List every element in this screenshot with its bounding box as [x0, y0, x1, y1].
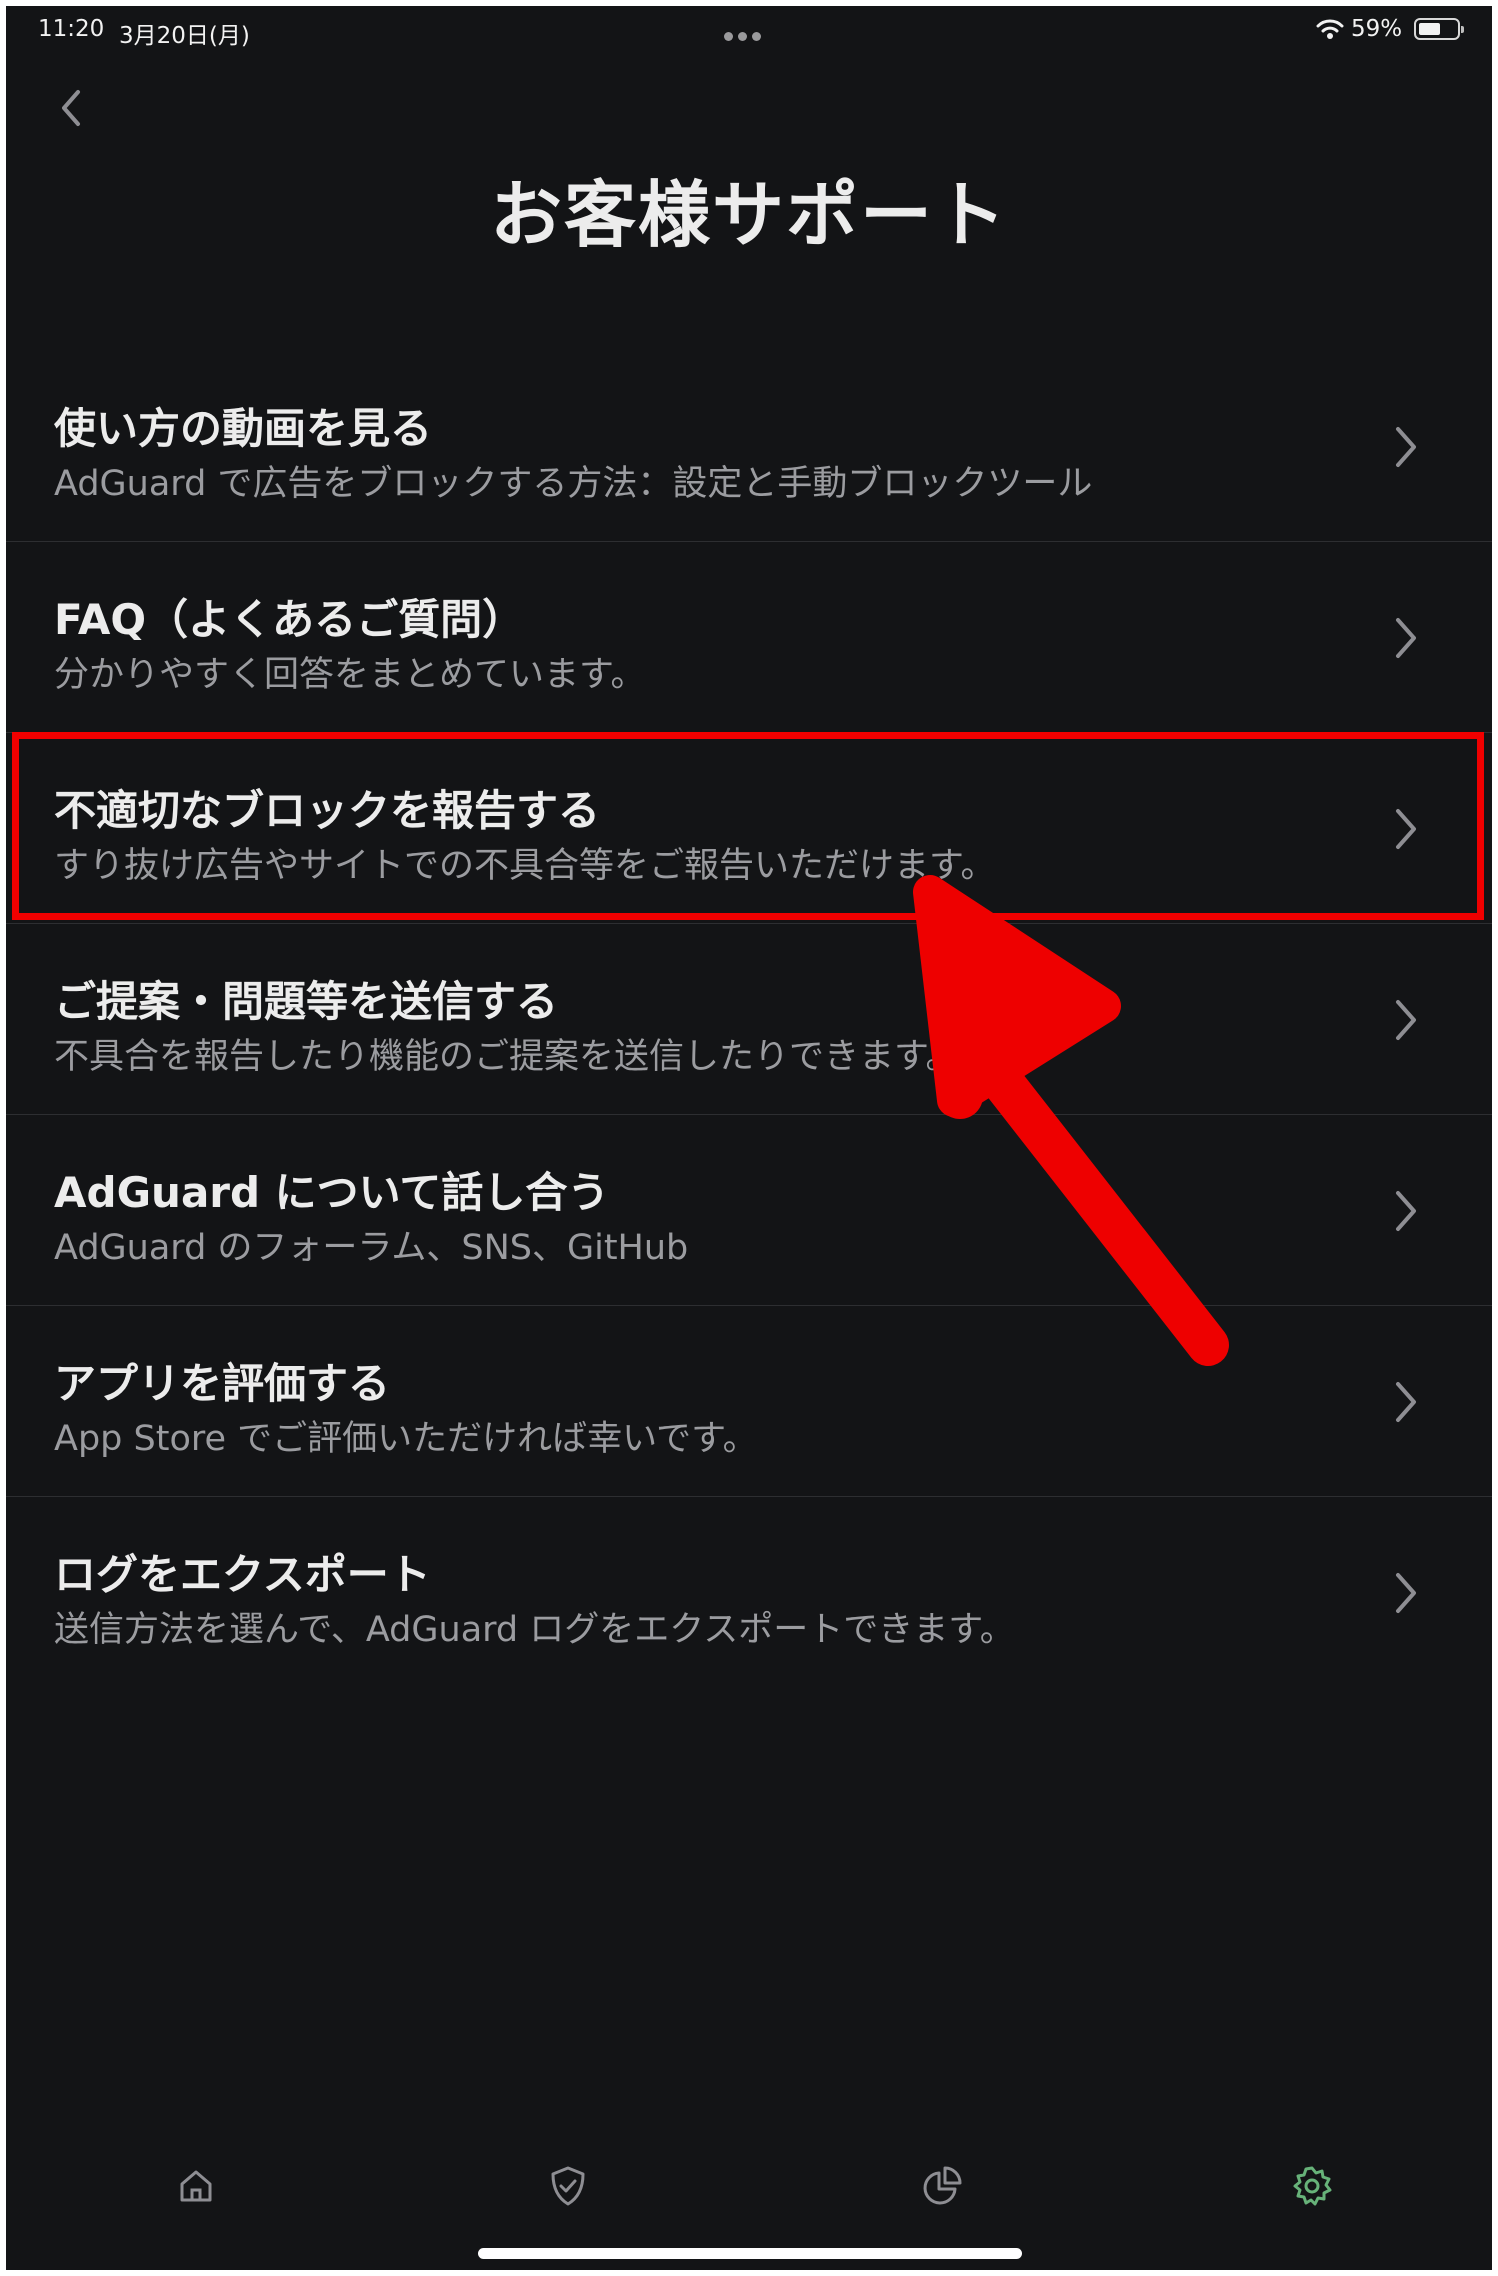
chevron-right-icon	[1396, 1191, 1416, 1231]
menu-item-watch-videos[interactable]: 使い方の動画を見る AdGuard で広告をブロックする方法：設定と手動ブロック…	[6, 351, 1492, 542]
home-icon[interactable]	[166, 2156, 226, 2216]
screen: 11:20 3月20日(月) 59% お客様サポート 使い方の動画を見る AdG…	[6, 6, 1492, 2270]
pie-chart-icon[interactable]	[912, 2156, 972, 2216]
chevron-right-icon	[1396, 1000, 1416, 1040]
status-date: 3月20日(月)	[119, 23, 250, 49]
page-title: お客様サポート	[489, 173, 1008, 257]
menu-item-send-feedback[interactable]: ご提案・問題等を送信する 不具合を報告したり機能のご提案を送信したりできます。	[6, 924, 1492, 1115]
status-bar: 11:20 3月20日(月) 59%	[6, 6, 1492, 56]
chevron-right-icon	[1396, 427, 1416, 467]
menu-item-label: 不適切なブロックを報告する	[54, 786, 601, 835]
menu-item-subtitle: 送信方法を選んで、AdGuard ログをエクスポートできます。	[54, 1610, 1015, 1650]
chevron-right-icon	[1396, 618, 1416, 658]
menu-item-subtitle: 不具合を報告したり機能のご提案を送信したりできます。	[54, 1037, 961, 1077]
menu-item-faq[interactable]: FAQ（よくあるご質問） 分かりやすく回答をまとめています。	[6, 542, 1492, 733]
menu-item-label: ログをエクスポート	[54, 1550, 431, 1599]
wifi-icon	[1316, 19, 1344, 39]
menu-item-rate-app[interactable]: アプリを評価する App Store でご評価いただければ幸いです。	[6, 1306, 1492, 1497]
menu-item-subtitle: すり抜け広告やサイトでの不具合等をご報告いただけます。	[54, 846, 996, 886]
menu-item-label: ご提案・問題等を送信する	[54, 977, 559, 1026]
menu-item-subtitle: 分かりやすく回答をまとめています。	[54, 655, 646, 695]
chevron-right-icon	[1396, 1573, 1416, 1613]
back-chevron-icon[interactable]	[54, 86, 94, 130]
menu-item-label: AdGuard について話し合う	[54, 1168, 610, 1217]
support-menu: 使い方の動画を見る AdGuard で広告をブロックする方法：設定と手動ブロック…	[6, 351, 1492, 1687]
home-indicator[interactable]	[478, 2248, 1022, 2259]
menu-item-subtitle: AdGuard で広告をブロックする方法：設定と手動ブロックツール	[54, 464, 1093, 504]
battery-fill	[1419, 23, 1440, 35]
chevron-right-icon	[1396, 809, 1416, 849]
menu-item-report-blocking[interactable]: 不適切なブロックを報告する すり抜け広告やサイトでの不具合等をご報告いただけます…	[6, 733, 1492, 924]
shield-check-icon[interactable]	[538, 2156, 598, 2216]
multitasking-dots-icon[interactable]	[724, 26, 766, 45]
chevron-right-icon	[1396, 1382, 1416, 1422]
gear-icon[interactable]	[1282, 2156, 1342, 2216]
menu-item-label: FAQ（よくあるご質問）	[54, 595, 525, 644]
menu-item-subtitle: App Store でご評価いただければ幸いです。	[54, 1419, 758, 1459]
menu-item-discuss[interactable]: AdGuard について話し合う AdGuard のフォーラム、SNS、GitH…	[6, 1115, 1492, 1306]
menu-item-export-logs[interactable]: ログをエクスポート 送信方法を選んで、AdGuard ログをエクスポートできます…	[6, 1497, 1492, 1687]
menu-item-label: 使い方の動画を見る	[54, 404, 433, 453]
menu-item-subtitle: AdGuard のフォーラム、SNS、GitHub	[54, 1228, 689, 1268]
battery-icon	[1414, 18, 1464, 40]
tab-bar	[6, 2156, 1492, 2236]
battery-percent: 59%	[1351, 16, 1403, 42]
status-time: 11:20	[38, 16, 105, 42]
menu-item-label: アプリを評価する	[54, 1359, 391, 1408]
